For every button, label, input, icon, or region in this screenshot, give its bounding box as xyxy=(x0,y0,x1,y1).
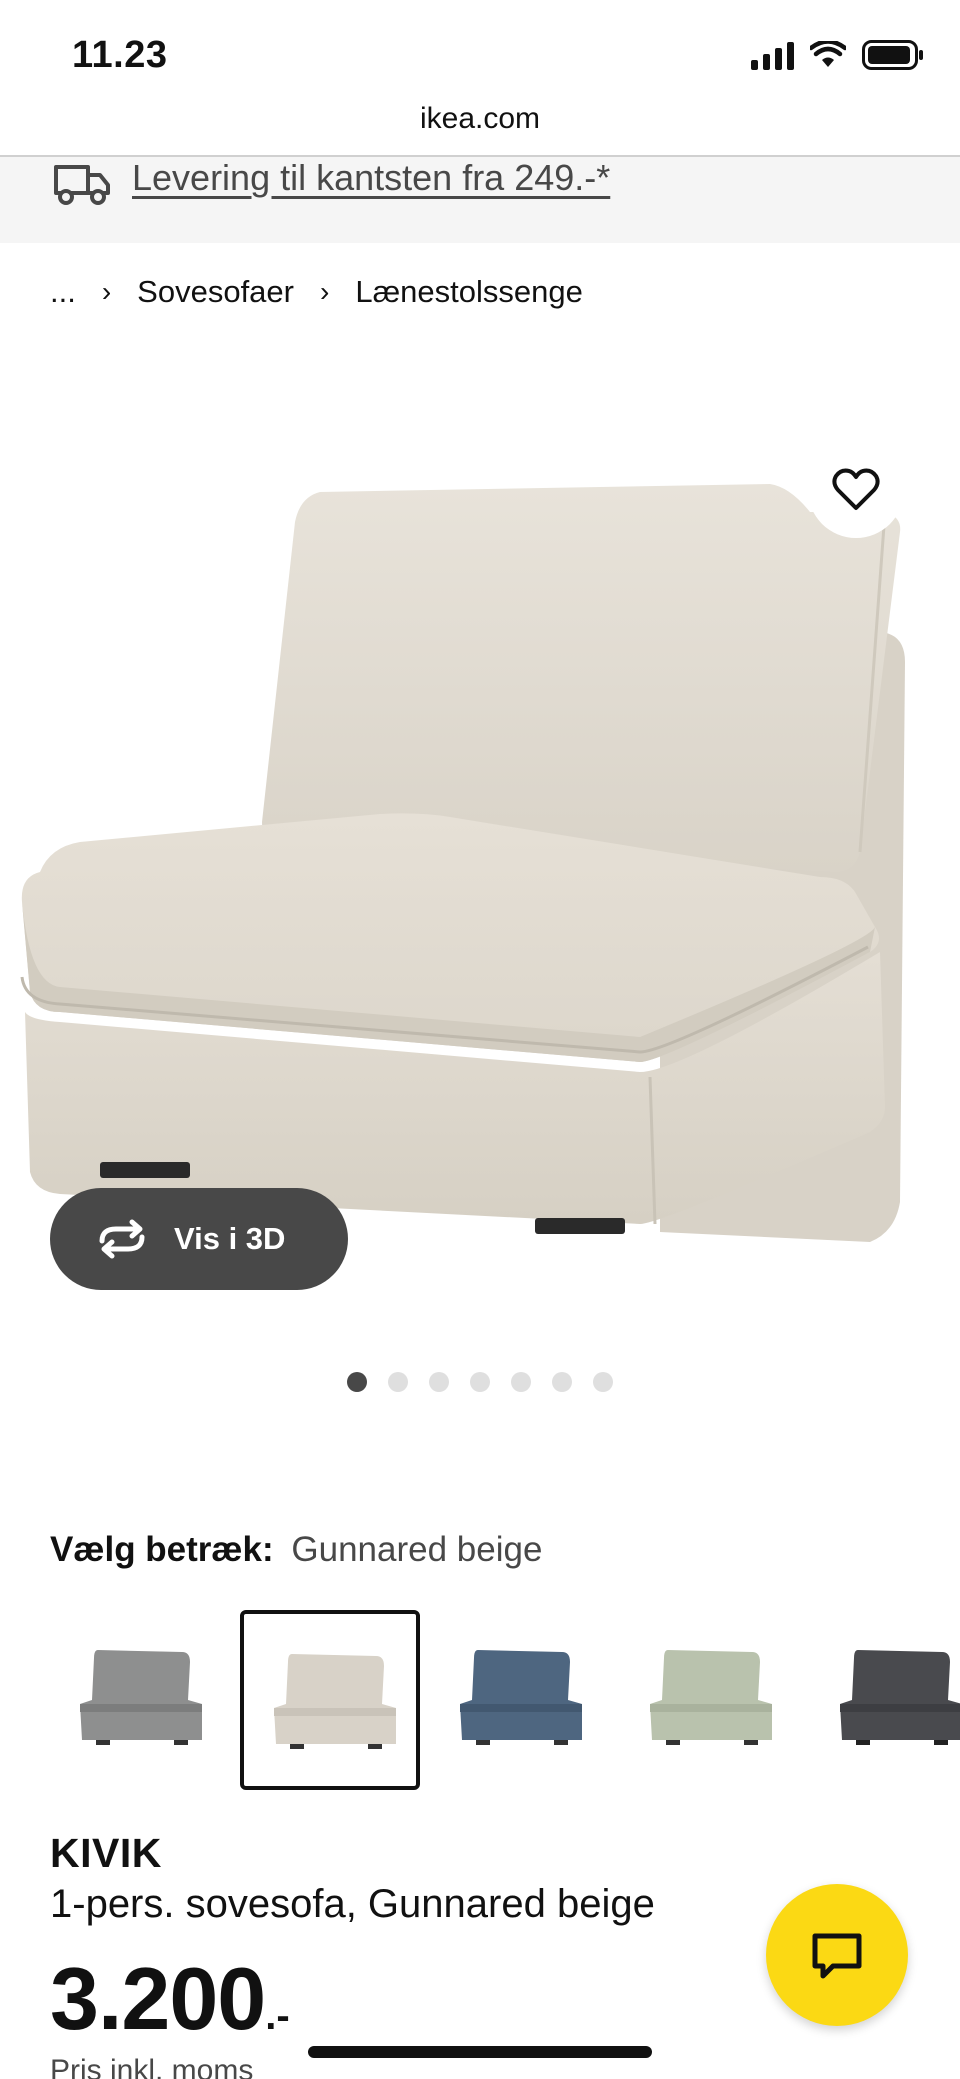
status-icons xyxy=(751,40,924,70)
rotate-3d-icon xyxy=(99,1219,145,1259)
carousel-dot[interactable] xyxy=(552,1372,572,1392)
wifi-icon xyxy=(810,41,846,67)
status-bar: 11.23 xyxy=(0,0,960,100)
product-description: 1-pers. sovesofa, Gunnared beige xyxy=(50,1882,655,1926)
cover-swatch-list xyxy=(50,1610,960,1790)
cover-swatch-grey[interactable] xyxy=(50,1610,230,1790)
carousel-dot[interactable] xyxy=(470,1372,490,1392)
chevron-right-icon: › xyxy=(101,276,112,307)
chevron-right-icon: › xyxy=(320,276,330,307)
favorite-button[interactable] xyxy=(808,442,904,538)
carousel-dot[interactable] xyxy=(593,1372,613,1392)
carousel-dot[interactable] xyxy=(511,1372,531,1392)
cover-selected-value: Gunnared beige xyxy=(291,1530,543,1569)
cover-selector-heading: Vælg betræk: Gunnared beige xyxy=(50,1530,542,1570)
heart-icon xyxy=(832,468,880,510)
battery-icon xyxy=(862,40,923,70)
delivery-banner: Levering til kantsten fra 249.-* xyxy=(0,157,960,243)
image-carousel-dots xyxy=(347,1372,613,1392)
carousel-dot[interactable] xyxy=(388,1372,408,1392)
status-time: 11.23 xyxy=(72,34,168,76)
cover-swatch-dark-grey[interactable] xyxy=(810,1610,960,1790)
price-suffix: .- xyxy=(265,1994,290,2038)
view-in-3d-button[interactable]: Vis i 3D xyxy=(50,1188,348,1290)
truck-icon xyxy=(54,165,110,205)
chat-bubble-icon xyxy=(812,1933,862,1979)
cover-swatch-beige[interactable] xyxy=(240,1610,420,1790)
cover-swatch-light-green[interactable] xyxy=(620,1610,800,1790)
breadcrumb-item-more[interactable]: ... xyxy=(50,274,76,310)
product-page: 11.23 ikea.com Levering til kantsten fra… xyxy=(0,0,960,2079)
carousel-dot[interactable] xyxy=(347,1372,367,1392)
view-in-3d-label: Vis i 3D xyxy=(174,1221,286,1256)
breadcrumb-item-sovesofaer[interactable]: Sovesofaer xyxy=(137,274,294,310)
cover-selector-label: Vælg betræk: xyxy=(50,1530,274,1569)
price-note: Pris inkl. moms xyxy=(50,2054,254,2079)
breadcrumb-item-laenestolssenge[interactable]: Lænestolssenge xyxy=(355,274,583,310)
product-name: KIVIK xyxy=(50,1830,162,1876)
carousel-dot[interactable] xyxy=(429,1372,449,1392)
price-integer: 3.200 xyxy=(50,1949,266,2048)
home-indicator xyxy=(308,2046,652,2058)
url-text: ikea.com xyxy=(419,102,541,135)
address-bar[interactable]: ikea.com xyxy=(0,96,960,156)
breadcrumb: ... › Sovesofaer › Lænestolssenge xyxy=(50,274,583,310)
cellular-signal-icon xyxy=(751,40,794,70)
product-price: 3.200.- xyxy=(50,1948,290,2050)
cover-swatch-blue[interactable] xyxy=(430,1610,610,1790)
chat-button[interactable] xyxy=(766,1884,908,2026)
delivery-info-link[interactable]: Levering til kantsten fra 249.-* xyxy=(132,157,610,199)
